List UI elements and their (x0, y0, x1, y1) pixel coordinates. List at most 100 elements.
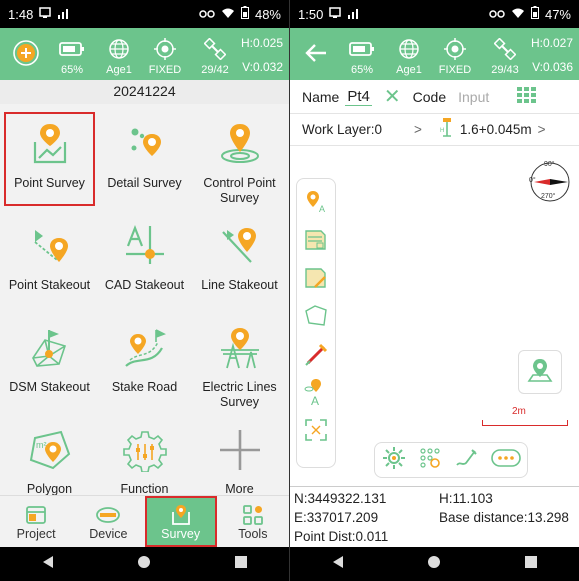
settings-gear-icon[interactable] (382, 446, 406, 475)
svg-text:A: A (311, 394, 319, 407)
globe-icon (398, 36, 420, 62)
fix-indicator-right[interactable]: FIXED (430, 28, 480, 76)
point-survey-screen: 1:50 47% 65% Age1 FIXED 29/43 H:0.027 V:… (289, 0, 579, 581)
device-battery-pct-right: 65% (350, 64, 374, 76)
area-outline-tool[interactable] (300, 299, 332, 333)
work-layer-label: Work Layer:0 (302, 122, 383, 137)
tab-device[interactable]: Device (72, 496, 144, 547)
compass-0: 0° (529, 177, 536, 184)
point-label-tool[interactable]: A (300, 185, 332, 219)
age-indicator-right[interactable]: Age1 (388, 28, 430, 76)
menu-plus-button[interactable] (6, 28, 46, 76)
stake-road-button[interactable]: Stake Road (97, 314, 192, 412)
android-nav-bar (0, 547, 289, 581)
nav-back-icon[interactable] (41, 555, 55, 574)
work-layer-selector[interactable]: Work Layer:0 > (302, 122, 422, 137)
back-button[interactable] (296, 28, 336, 76)
device-battery[interactable]: 65% (46, 28, 98, 76)
more-options-icon[interactable] (490, 448, 521, 472)
line-stakeout-button[interactable]: Line Stakeout (192, 212, 287, 310)
precision-readout-right: H:0.027 V:0.036 (531, 34, 573, 76)
layer-chevron: > (414, 122, 422, 137)
electric-lines-icon (216, 326, 264, 370)
survey-function-grid: Point Survey Detail Survey Control Point… (0, 104, 289, 514)
draw-line-icon[interactable] (454, 447, 478, 474)
tab-tools[interactable]: Tools (217, 496, 289, 547)
survey-menu-screen: 1:48 48% 65% Age1 FIXED 29/42 H:0.025 V:… (0, 0, 289, 581)
stake-road-label: Stake Road (111, 380, 178, 394)
age-text: Age1 (106, 64, 132, 76)
line-stakeout-icon (216, 224, 264, 268)
device-icon (95, 503, 121, 527)
battery-icon (240, 6, 249, 22)
stake-road-icon (121, 326, 169, 370)
satellite-indicator-right[interactable]: 29/43 (480, 28, 530, 76)
control-point-survey-button[interactable]: Control Point Survey (192, 110, 287, 208)
base-distance: Base distance:13.298 (439, 510, 569, 525)
gnss-status-bar: 65% Age1 FIXED 29/42 H:0.025 V:0.032 (0, 28, 289, 80)
precision-readout: H:0.025 V:0.032 (241, 34, 283, 76)
point-survey-button[interactable]: Point Survey (2, 110, 97, 208)
point-name-input[interactable]: Pt4 (345, 88, 372, 106)
back-arrow-icon (304, 30, 328, 76)
dsm-stakeout-icon (26, 326, 74, 370)
android-nav-bar-right (290, 547, 579, 581)
gnss-status-bar-right: 65% Age1 FIXED 29/43 H:0.027 V:0.036 (290, 28, 579, 80)
link-icon (199, 7, 215, 22)
code-input[interactable]: Input (458, 89, 489, 105)
satellite-indicator[interactable]: 29/42 (190, 28, 240, 76)
code-grid-icon[interactable] (517, 87, 537, 106)
fix-text: FIXED (148, 64, 182, 76)
electric-lines-survey-label: Electric Lines Survey (202, 380, 277, 409)
nav-recents-icon[interactable] (524, 555, 538, 574)
target-icon (154, 36, 176, 62)
link-icon (489, 7, 505, 22)
antenna-height-selector[interactable]: H 1.6+0.045m > (440, 118, 546, 141)
compass[interactable]: 90° 0° 270° (528, 160, 572, 204)
cad-stakeout-button[interactable]: CAD Stakeout (97, 212, 192, 310)
point-stakeout-button[interactable]: Point Stakeout (2, 212, 97, 310)
tab-project[interactable]: Project (0, 496, 72, 547)
status-bar: 1:48 48% (0, 0, 289, 28)
points-list-icon[interactable] (419, 447, 441, 474)
nav-recents-icon[interactable] (234, 555, 248, 574)
age-indicator[interactable]: Age1 (98, 28, 140, 76)
locate-button[interactable] (518, 350, 562, 394)
fix-indicator[interactable]: FIXED (140, 28, 190, 76)
survey-map-area[interactable]: Name Pt4 ✕ Code Input Work Layer:0 > H 1… (290, 80, 579, 533)
scale-label: 2m (512, 406, 526, 417)
signal-icon (347, 7, 361, 22)
point-label-a-tool[interactable]: A (300, 375, 332, 409)
notification-icon (329, 6, 342, 22)
coordinate-info-panel: N:3449322.131 H:11.103 E:337017.209 Base… (290, 486, 579, 547)
plus-icon (216, 428, 264, 472)
device-battery-right[interactable]: 65% (336, 28, 388, 76)
survey-tab-icon (170, 503, 192, 527)
tools-icon (242, 503, 264, 527)
v-precision-right: V:0.036 (532, 60, 573, 74)
cad-stakeout-label: CAD Stakeout (104, 278, 185, 292)
compass-270: 270° (541, 193, 556, 200)
device-battery-icon (349, 36, 375, 62)
tab-survey[interactable]: Survey (144, 496, 218, 547)
status-bar-right: 1:50 47% (290, 0, 579, 28)
nav-home-icon[interactable] (137, 555, 151, 574)
clear-name-icon[interactable]: ✕ (384, 84, 401, 109)
dsm-stakeout-button[interactable]: DSM Stakeout (2, 314, 97, 412)
detail-survey-icon (121, 122, 169, 166)
nav-back-icon[interactable] (331, 555, 345, 574)
status-battery: 48% (254, 6, 281, 22)
satellite-count: 29/42 (201, 64, 229, 76)
edit-layer-tool[interactable] (300, 261, 332, 295)
satellite-icon (204, 36, 226, 62)
globe-icon (108, 36, 130, 62)
polygon-icon: m² (26, 428, 74, 472)
cad-stakeout-icon (121, 224, 169, 268)
zoom-extent-tool[interactable] (300, 413, 332, 447)
electric-lines-survey-button[interactable]: Electric Lines Survey (192, 314, 287, 412)
measure-tool[interactable] (300, 337, 332, 371)
status-time-right: 1:50 (298, 6, 324, 22)
detail-survey-button[interactable]: Detail Survey (97, 110, 192, 208)
nav-home-icon[interactable] (427, 555, 441, 574)
layer-toggle-tool[interactable] (300, 223, 332, 257)
